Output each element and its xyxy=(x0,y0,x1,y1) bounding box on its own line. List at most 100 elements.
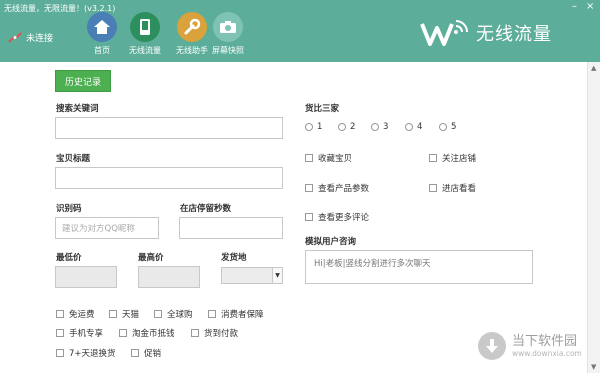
filter-label: 货到付款 xyxy=(204,329,239,339)
filter-label: 淘金币抵钱 xyxy=(132,329,175,339)
checkbox[interactable] xyxy=(131,349,139,357)
checkbox[interactable] xyxy=(429,184,437,192)
header-bar: 无线流量，无限流量！(v3.2.1) – × 未连接 首页 无线流量 无线助手 … xyxy=(0,0,600,62)
checkbox[interactable] xyxy=(119,329,127,337)
radio-label: 3 xyxy=(383,122,389,132)
radio-label: 4 xyxy=(417,122,423,132)
option-label: 进店看看 xyxy=(442,184,477,194)
simulate-inquiry-label: 模拟用户咨询 xyxy=(305,237,357,247)
checkbox[interactable] xyxy=(429,154,437,162)
option-more-reviews[interactable]: 查看更多评论 xyxy=(305,211,369,223)
history-button[interactable]: 历史记录 xyxy=(55,70,111,92)
checkbox[interactable] xyxy=(305,213,313,221)
radio[interactable] xyxy=(439,123,447,131)
product-title-label: 宝贝标题 xyxy=(56,154,91,164)
watermark-url: www.downxia.com xyxy=(512,348,582,358)
filter-7day-return[interactable]: 7+天退换货 xyxy=(56,347,116,359)
id-code-label: 识别码 xyxy=(56,204,82,214)
checkbox[interactable] xyxy=(208,310,216,318)
compare-option-3[interactable]: 3 xyxy=(371,122,388,132)
radio-label: 5 xyxy=(451,122,457,132)
camera-icon xyxy=(213,12,243,42)
nav-wireless-traffic-label: 无线流量 xyxy=(129,46,161,55)
option-follow-shop[interactable]: 关注店铺 xyxy=(429,152,476,164)
option-label: 关注店铺 xyxy=(442,154,477,164)
radio-label: 2 xyxy=(350,122,356,132)
compare-option-5[interactable]: 5 xyxy=(439,122,456,132)
filter-label: 7+天退换货 xyxy=(69,349,116,359)
min-price-input[interactable] xyxy=(55,266,117,288)
filter-label: 全球购 xyxy=(167,310,193,320)
filter-label: 手机专享 xyxy=(69,329,104,339)
search-keyword-input[interactable] xyxy=(55,117,283,139)
min-price-label: 最低价 xyxy=(56,253,82,263)
stay-seconds-input[interactable] xyxy=(179,217,283,239)
filter-free-shipping[interactable]: 免运费 xyxy=(56,308,95,320)
stay-seconds-label: 在店停留秒数 xyxy=(180,204,232,214)
ship-from-label: 发货地 xyxy=(221,253,247,263)
option-label: 查看更多评论 xyxy=(318,213,370,223)
phone-icon xyxy=(130,12,160,42)
connection-status-label: 未连接 xyxy=(26,34,54,44)
nav-home[interactable]: 首页 xyxy=(80,12,124,56)
nav-home-label: 首页 xyxy=(94,46,110,55)
brand-logo: 无线流量 xyxy=(420,18,552,48)
filter-label: 天猫 xyxy=(122,310,140,320)
option-label: 查看产品参数 xyxy=(318,184,370,194)
checkbox[interactable] xyxy=(109,310,117,318)
radio-label: 1 xyxy=(317,122,323,132)
checkbox[interactable] xyxy=(305,184,313,192)
wifi-w-logo-icon xyxy=(420,20,468,46)
scroll-down-icon[interactable]: ▼ xyxy=(591,363,596,371)
max-price-label: 最高价 xyxy=(138,253,164,263)
filter-label: 促销 xyxy=(144,349,162,359)
filter-label: 免运费 xyxy=(69,310,95,320)
close-icon[interactable]: × xyxy=(586,2,594,12)
radio[interactable] xyxy=(371,123,379,131)
filter-consumer-protection[interactable]: 消费者保障 xyxy=(208,308,264,320)
watermark: 当下软件园 www.downxia.com xyxy=(478,332,582,360)
option-view-params[interactable]: 查看产品参数 xyxy=(305,182,369,194)
radio[interactable] xyxy=(305,123,313,131)
home-icon xyxy=(87,12,117,42)
chevron-down-icon: ▼ xyxy=(272,268,282,283)
nav-screenshot-label: 屏幕快照 xyxy=(212,46,244,55)
checkbox[interactable] xyxy=(305,154,313,162)
checkbox[interactable] xyxy=(56,310,64,318)
nav-wireless-traffic[interactable]: 无线流量 xyxy=(123,12,167,56)
filter-label: 消费者保障 xyxy=(221,310,264,320)
checkbox[interactable] xyxy=(154,310,162,318)
filter-promotion[interactable]: 促销 xyxy=(131,347,161,359)
brand-name: 无线流量 xyxy=(476,24,552,45)
search-keyword-label: 搜索关键词 xyxy=(56,104,99,114)
ship-from-select[interactable]: ▼ xyxy=(221,267,283,284)
filter-mobile-only[interactable]: 手机专享 xyxy=(56,327,103,339)
option-visit-shop[interactable]: 进店看看 xyxy=(429,182,476,194)
filter-global[interactable]: 全球购 xyxy=(154,308,193,320)
scroll-up-icon[interactable]: ▲ xyxy=(591,64,596,72)
id-code-input[interactable]: 建议为对方QQ昵称 xyxy=(55,217,159,239)
compare-option-4[interactable]: 4 xyxy=(405,122,422,132)
compare-three-label: 货比三家 xyxy=(305,104,340,114)
compare-option-2[interactable]: 2 xyxy=(338,122,355,132)
filter-tmall[interactable]: 天猫 xyxy=(109,308,139,320)
nav-screenshot[interactable]: 屏幕快照 xyxy=(206,12,250,56)
radio[interactable] xyxy=(338,123,346,131)
filter-cash-on-delivery[interactable]: 货到付款 xyxy=(191,327,238,339)
product-title-input[interactable] xyxy=(55,167,283,189)
checkbox[interactable] xyxy=(191,329,199,337)
max-price-input[interactable] xyxy=(138,266,200,288)
option-label: 收藏宝贝 xyxy=(318,154,353,164)
compare-option-1[interactable]: 1 xyxy=(305,122,322,132)
minimize-icon[interactable]: – xyxy=(572,2,577,12)
radio[interactable] xyxy=(405,123,413,131)
filter-taojinbi[interactable]: 淘金币抵钱 xyxy=(119,327,175,339)
disconnected-icon xyxy=(8,31,22,43)
vertical-scrollbar[interactable]: ▲ ▼ xyxy=(587,62,600,373)
watermark-title: 当下软件园 xyxy=(512,333,578,349)
checkbox[interactable] xyxy=(56,349,64,357)
option-favorite-item[interactable]: 收藏宝贝 xyxy=(305,152,352,164)
connection-status: 未连接 xyxy=(8,31,53,44)
checkbox[interactable] xyxy=(56,329,64,337)
simulate-inquiry-textarea[interactable]: Hi|老板|竖线分割进行多次聊天 xyxy=(305,250,533,284)
